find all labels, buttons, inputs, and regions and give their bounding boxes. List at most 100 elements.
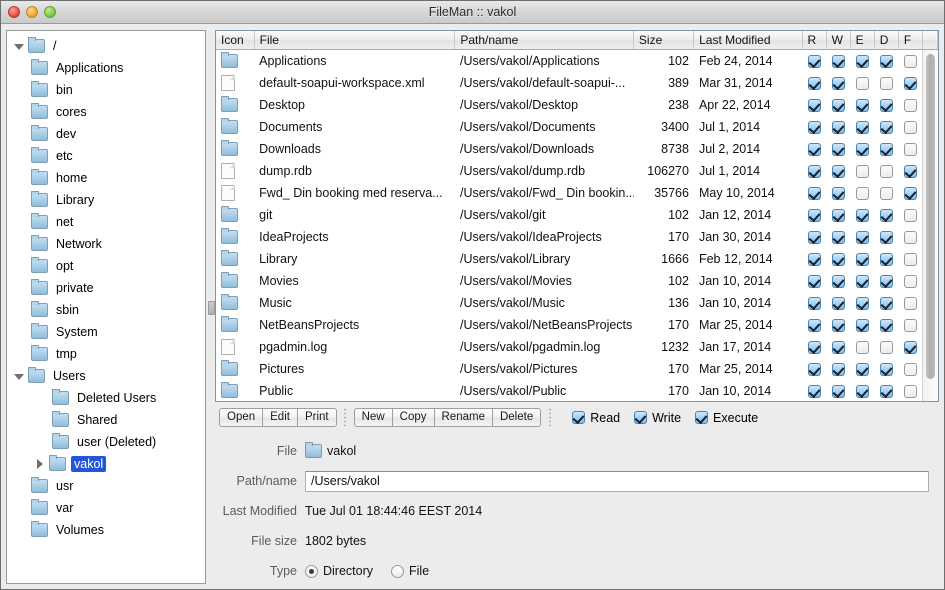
cell-permission-w[interactable] xyxy=(827,270,851,292)
cell-permission-d[interactable] xyxy=(875,248,899,270)
table-row[interactable]: Fwd_ Din booking med reserva... /Users/va… xyxy=(216,182,938,204)
checkbox-w[interactable] xyxy=(832,54,846,68)
checkbox-w[interactable] xyxy=(832,76,846,90)
tree-item-var[interactable]: var xyxy=(7,497,205,519)
column-header-f[interactable]: F xyxy=(898,31,923,50)
cell-permission-w[interactable] xyxy=(827,94,851,116)
table-row[interactable]: Music/Users/vakol/Music 136 Jan 10, 2014 xyxy=(216,292,938,314)
cell-permission-r[interactable] xyxy=(802,94,826,116)
cell-permission-e[interactable] xyxy=(851,160,875,182)
cell-permission-e[interactable] xyxy=(851,248,875,270)
rename-button[interactable]: Rename xyxy=(433,408,493,427)
cell-permission-r[interactable] xyxy=(802,248,826,270)
cell-permission-e[interactable] xyxy=(851,94,875,116)
table-row[interactable]: Library/Users/vakol/Library 1666 Feb 12, 2… xyxy=(216,248,938,270)
checkbox-d[interactable] xyxy=(880,384,894,398)
cell-permission-w[interactable] xyxy=(827,226,851,248)
checkbox-f[interactable] xyxy=(904,340,918,354)
table-row[interactable]: Applications/Users/vakol/Applications 102… xyxy=(216,50,938,72)
directory-tree-pane[interactable]: / Applications bin cores dev etc home Library ne… xyxy=(6,30,206,584)
checkbox-r[interactable] xyxy=(807,340,821,354)
checkbox-e[interactable] xyxy=(856,362,870,376)
checkbox-d[interactable] xyxy=(880,208,894,222)
cell-permission-e[interactable] xyxy=(851,204,875,226)
cell-permission-e[interactable] xyxy=(851,380,875,402)
column-header-path-name[interactable]: Path/name xyxy=(454,31,634,50)
column-header-file[interactable]: File xyxy=(254,31,456,50)
radio-icon[interactable] xyxy=(391,564,405,578)
checkbox-d[interactable] xyxy=(880,318,894,332)
checkbox-w[interactable] xyxy=(832,164,846,178)
checkbox-f[interactable] xyxy=(904,296,918,310)
checkbox-e[interactable] xyxy=(856,252,870,266)
chevron-down-icon[interactable] xyxy=(13,40,26,53)
cell-permission-d[interactable] xyxy=(875,116,899,138)
cell-permission-e[interactable] xyxy=(851,314,875,336)
cell-permission-f[interactable] xyxy=(899,336,923,358)
cell-permission-d[interactable] xyxy=(875,380,899,402)
checkbox-f[interactable] xyxy=(904,274,918,288)
checkbox-d[interactable] xyxy=(880,230,894,244)
cell-permission-d[interactable] xyxy=(875,314,899,336)
checkbox-r[interactable] xyxy=(807,362,821,376)
cell-permission-r[interactable] xyxy=(802,72,826,94)
checkbox-d[interactable] xyxy=(880,252,894,266)
checkbox-f[interactable] xyxy=(904,76,918,90)
tree-item-home[interactable]: home xyxy=(7,167,205,189)
checkbox-d[interactable] xyxy=(880,362,894,376)
cell-permission-f[interactable] xyxy=(899,138,923,160)
checkbox-icon[interactable] xyxy=(634,411,648,424)
tree-item-volumes[interactable]: Volumes xyxy=(7,519,205,541)
tree-item-usr[interactable]: usr xyxy=(7,475,205,497)
cell-permission-w[interactable] xyxy=(827,358,851,380)
checkbox-r[interactable] xyxy=(807,252,821,266)
table-row[interactable]: git/Users/vakol/git 102 Jan 12, 2014 xyxy=(216,204,938,226)
minimize-button[interactable] xyxy=(26,6,38,18)
checkbox-f[interactable] xyxy=(904,252,918,266)
column-header-last-modified[interactable]: Last Modified xyxy=(693,31,803,50)
checkbox-w[interactable] xyxy=(832,142,846,156)
tree-item-[interactable]: / xyxy=(7,35,205,57)
cell-permission-d[interactable] xyxy=(875,336,899,358)
checkbox-r[interactable] xyxy=(807,76,821,90)
cell-permission-e[interactable] xyxy=(851,50,875,72)
checkbox-e[interactable] xyxy=(856,54,870,68)
permission-read-checkbox[interactable]: Read xyxy=(572,411,620,425)
tree-item-user-deleted[interactable]: user (Deleted) xyxy=(7,431,205,453)
cell-permission-f[interactable] xyxy=(899,116,923,138)
cell-permission-f[interactable] xyxy=(899,94,923,116)
type-radio-file[interactable]: File xyxy=(391,564,429,578)
checkbox-r[interactable] xyxy=(807,142,821,156)
cell-permission-f[interactable] xyxy=(899,226,923,248)
cell-permission-d[interactable] xyxy=(875,292,899,314)
checkbox-d[interactable] xyxy=(880,120,894,134)
edit-button[interactable]: Edit xyxy=(262,408,298,427)
checkbox-r[interactable] xyxy=(807,274,821,288)
chevron-right-icon[interactable] xyxy=(34,458,47,471)
checkbox-w[interactable] xyxy=(832,98,846,112)
table-row[interactable]: Public/Users/vakol/Public 170 Jan 10, 2014 xyxy=(216,380,938,402)
split-grip-icon[interactable] xyxy=(208,301,215,315)
column-header-w[interactable]: W xyxy=(826,31,851,50)
print-button[interactable]: Print xyxy=(296,408,337,427)
checkbox-d[interactable] xyxy=(880,54,894,68)
cell-permission-w[interactable] xyxy=(827,292,851,314)
checkbox-f[interactable] xyxy=(904,98,918,112)
checkbox-r[interactable] xyxy=(807,98,821,112)
checkbox-d[interactable] xyxy=(880,98,894,112)
checkbox-f[interactable] xyxy=(904,54,918,68)
cell-permission-f[interactable] xyxy=(899,204,923,226)
checkbox-f[interactable] xyxy=(904,164,918,178)
file-table-pane[interactable]: Icon File Path/name Size Last Modified R W E D F … xyxy=(215,30,939,402)
cell-permission-w[interactable] xyxy=(827,116,851,138)
tree-item-system[interactable]: System xyxy=(7,321,205,343)
checkbox-w[interactable] xyxy=(832,252,846,266)
cell-permission-f[interactable] xyxy=(899,160,923,182)
cell-permission-r[interactable] xyxy=(802,358,826,380)
checkbox-r[interactable] xyxy=(807,318,821,332)
checkbox-r[interactable] xyxy=(807,208,821,222)
cell-permission-e[interactable] xyxy=(851,72,875,94)
cell-permission-w[interactable] xyxy=(827,160,851,182)
tree-item-tmp[interactable]: tmp xyxy=(7,343,205,365)
checkbox-f[interactable] xyxy=(904,318,918,332)
